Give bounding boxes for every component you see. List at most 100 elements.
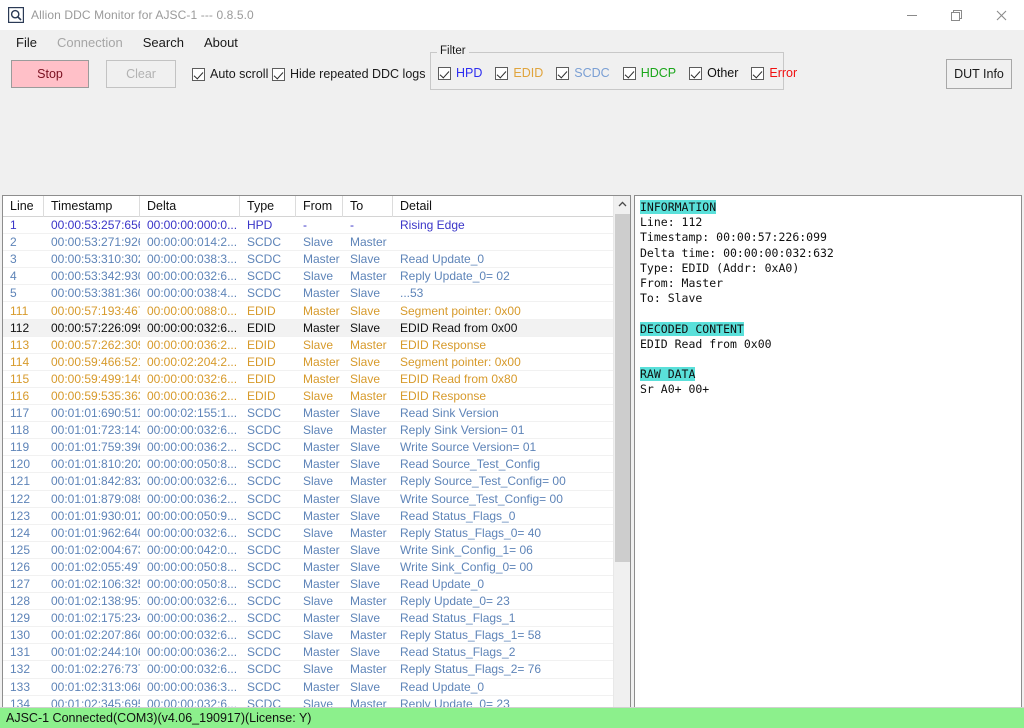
cell-from: Slave (296, 525, 343, 541)
table-row[interactable]: 12300:01:01:930:01200:00:00:050:9...SCDC… (3, 508, 630, 525)
cell-type: SCDC (240, 559, 296, 575)
column-header-delta[interactable]: Delta (140, 196, 240, 217)
cell-to: Slave (343, 456, 393, 472)
table-row[interactable]: 11800:01:01:723:14300:00:00:032:6...SCDC… (3, 422, 630, 439)
table-row[interactable]: 11400:00:59:466:52100:00:02:204:2...EDID… (3, 354, 630, 371)
column-header-to[interactable]: To (343, 196, 393, 217)
cell-line: 127 (3, 576, 44, 592)
table-row[interactable]: 12000:01:01:810:20200:00:00:050:8...SCDC… (3, 456, 630, 473)
cell-to: Master (343, 422, 393, 438)
cell-line: 2 (3, 234, 44, 250)
cell-type: SCDC (240, 473, 296, 489)
cell-timestamp: 00:00:53:271:926 (44, 234, 140, 250)
checkbox-check-icon (556, 67, 569, 80)
cell-line: 126 (3, 559, 44, 575)
cell-detail: Reply Update_0= 23 (393, 593, 630, 609)
filter-checkbox-hdcp[interactable]: HDCP (623, 66, 676, 80)
table-row[interactable]: 200:00:53:271:92600:00:00:014:2...SCDCSl… (3, 234, 630, 251)
log-table-vertical-scrollbar[interactable] (613, 196, 630, 728)
table-row[interactable]: 11100:00:57:193:46700:00:00:088:0...EDID… (3, 302, 630, 319)
detail-information-header: INFORMATION (640, 200, 716, 214)
table-row[interactable]: 11700:01:01:690:51100:00:02:155:1...SCDC… (3, 405, 630, 422)
column-header-detail[interactable]: Detail (393, 196, 630, 217)
table-row[interactable]: 13100:01:02:244:10600:00:00:036:2...SCDC… (3, 644, 630, 661)
cell-from: Master (296, 405, 343, 421)
cell-type: SCDC (240, 644, 296, 660)
table-row[interactable]: 13200:01:02:276:73700:00:00:032:6...SCDC… (3, 661, 630, 678)
cell-line: 4 (3, 268, 44, 284)
scroll-up-arrow-icon[interactable] (614, 196, 631, 213)
cell-type: SCDC (240, 661, 296, 677)
menu-item-file[interactable]: File (6, 32, 47, 53)
table-row[interactable]: 400:00:53:342:93000:00:00:032:6...SCDCSl… (3, 268, 630, 285)
cell-to: Master (343, 627, 393, 643)
cell-detail: Read Status_Flags_0 (393, 508, 630, 524)
stop-button[interactable]: Stop (11, 60, 89, 88)
cell-from: Master (296, 320, 343, 336)
window-controls (889, 0, 1024, 30)
table-row[interactable]: 12900:01:02:175:23400:00:00:036:2...SCDC… (3, 610, 630, 627)
cell-detail: Reply Sink Version= 01 (393, 422, 630, 438)
table-row[interactable]: 12800:01:02:138:95100:00:00:032:6...SCDC… (3, 593, 630, 610)
cell-delta: 00:00:00:032:6... (140, 661, 240, 677)
table-row[interactable]: 100:00:53:257:65600:00:00:000:0...HPD--R… (3, 217, 630, 234)
table-row[interactable]: 13000:01:02:207:86000:00:00:032:6...SCDC… (3, 627, 630, 644)
cell-timestamp: 00:01:01:690:511 (44, 405, 140, 421)
cell-to: Slave (343, 559, 393, 575)
auto-scroll-label: Auto scroll (210, 67, 268, 81)
cell-detail: Segment pointer: 0x00 (393, 303, 630, 319)
cell-to: Slave (343, 320, 393, 336)
hide-repeated-logs-checkbox[interactable]: Hide repeated DDC logs (272, 67, 426, 81)
cell-to: Slave (343, 405, 393, 421)
table-row[interactable]: 12600:01:02:055:49700:00:00:050:8...SCDC… (3, 559, 630, 576)
dut-info-button[interactable]: DUT Info (946, 59, 1012, 89)
cell-from: Slave (296, 627, 343, 643)
cell-line: 133 (3, 679, 44, 695)
checkbox-check-icon (495, 67, 508, 80)
cell-from: - (296, 217, 343, 233)
cell-timestamp: 00:01:02:138:951 (44, 593, 140, 609)
table-row[interactable]: 12700:01:02:106:32500:00:00:050:8...SCDC… (3, 576, 630, 593)
column-header-from[interactable]: From (296, 196, 343, 217)
table-row[interactable]: 12400:01:01:962:64000:00:00:032:6...SCDC… (3, 525, 630, 542)
table-row[interactable]: 12200:01:01:879:08900:00:00:036:2...SCDC… (3, 491, 630, 508)
cell-delta: 00:00:00:036:2... (140, 337, 240, 353)
menu-item-search[interactable]: Search (133, 32, 194, 53)
table-row[interactable]: 11500:00:59:499:14900:00:00:032:6...EDID… (3, 371, 630, 388)
table-row[interactable]: 12500:01:02:004:67300:00:00:042:0...SCDC… (3, 542, 630, 559)
maximize-restore-button[interactable] (934, 0, 979, 30)
filter-checkbox-error[interactable]: Error (751, 66, 797, 80)
cell-timestamp: 00:00:59:535:363 (44, 388, 140, 404)
table-row[interactable]: 11900:01:01:759:39600:00:00:036:2...SCDC… (3, 439, 630, 456)
table-row[interactable]: 300:00:53:310:30200:00:00:038:3...SCDCMa… (3, 251, 630, 268)
log-table: Line Timestamp Delta Type From To Detail… (2, 195, 631, 728)
table-row[interactable]: 11300:00:57:262:30900:00:00:036:2...EDID… (3, 337, 630, 354)
column-header-type[interactable]: Type (240, 196, 296, 217)
auto-scroll-checkbox[interactable]: Auto scroll (192, 67, 268, 81)
menu-item-connection[interactable]: Connection (47, 32, 133, 53)
cell-timestamp: 00:01:01:723:143 (44, 422, 140, 438)
table-row[interactable]: 13300:01:02:313:06800:00:00:036:3...SCDC… (3, 679, 630, 696)
column-header-timestamp[interactable]: Timestamp (44, 196, 140, 217)
column-header-line[interactable]: Line (3, 196, 44, 217)
detail-panel[interactable]: INFORMATION Line: 112 Timestamp: 00:00:5… (634, 195, 1022, 728)
cell-from: Master (296, 371, 343, 387)
filter-checkbox-other[interactable]: Other (689, 66, 738, 80)
filter-checkbox-edid[interactable]: EDID (495, 66, 543, 80)
table-row[interactable]: 11200:00:57:226:09900:00:00:032:6...EDID… (3, 320, 630, 337)
clear-button[interactable]: Clear (106, 60, 176, 88)
table-row[interactable]: 11600:00:59:535:36300:00:00:036:2...EDID… (3, 388, 630, 405)
vertical-scroll-thumb[interactable] (615, 214, 630, 562)
cell-detail: Reply Update_0= 02 (393, 268, 630, 284)
minimize-button[interactable] (889, 0, 934, 30)
menu-item-about[interactable]: About (194, 32, 248, 53)
cell-timestamp: 00:00:57:262:309 (44, 337, 140, 353)
cell-to: Slave (343, 251, 393, 267)
table-row[interactable]: 500:00:53:381:36000:00:00:038:4...SCDCMa… (3, 285, 630, 302)
table-row[interactable]: 12100:01:01:842:83200:00:00:032:6...SCDC… (3, 473, 630, 490)
cell-detail: Reply Status_Flags_2= 76 (393, 661, 630, 677)
filter-checkbox-hpd[interactable]: HPD (438, 66, 482, 80)
detail-info-line: Line: 112 (640, 215, 1016, 230)
filter-checkbox-scdc[interactable]: SCDC (556, 66, 609, 80)
close-button[interactable] (979, 0, 1024, 30)
